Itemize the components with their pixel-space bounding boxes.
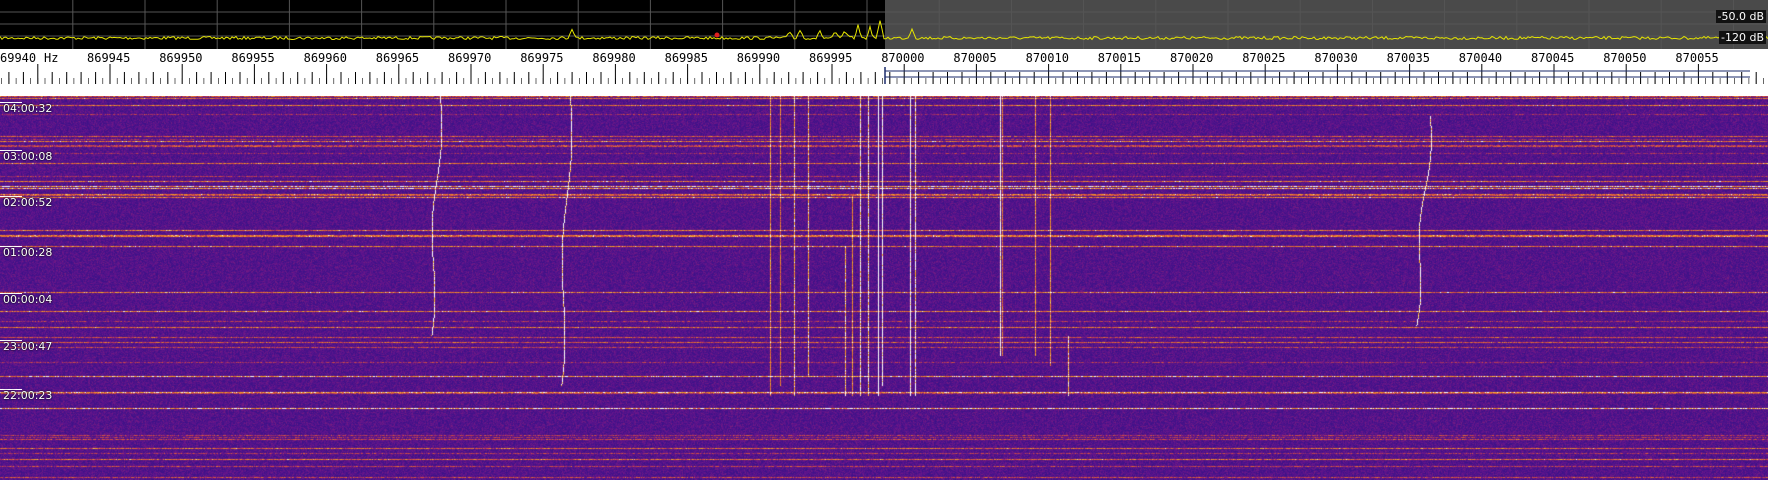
spectrum-trace bbox=[0, 20, 1768, 41]
spectrum-plot bbox=[0, 0, 1768, 49]
time-label: 23:00:47 bbox=[3, 340, 53, 353]
time-label: 01:00:28 bbox=[3, 246, 53, 259]
waterfall-display[interactable]: 04:00:32 03:00:08 02:00:52 01:00:28 00:00:04… bbox=[0, 96, 1768, 480]
ref-level-label[interactable]: -50.0 dB bbox=[1715, 10, 1766, 23]
spectrum-display[interactable]: -50.0 dB -120 dB bbox=[0, 0, 1768, 49]
time-label: 03:00:08 bbox=[3, 150, 53, 163]
time-label: 04:00:32 bbox=[3, 102, 53, 115]
time-label: 22:00:23 bbox=[3, 389, 53, 402]
frequency-scale[interactable]: 69940 Hz 869945 869950 869955 869960 869965 8… bbox=[0, 49, 1768, 96]
bottom-level-label[interactable]: -120 dB bbox=[1719, 31, 1766, 44]
waterfall-canvas bbox=[0, 96, 1768, 480]
scale-ticks bbox=[1, 64, 1764, 84]
spectrum-grid bbox=[0, 0, 1768, 49]
time-label: 02:00:52 bbox=[3, 196, 53, 209]
sdr-receiver-window: -50.0 dB -120 dB 69940 Hz 869945 869950 86… bbox=[0, 0, 1768, 480]
time-label: 00:00:04 bbox=[3, 293, 53, 306]
peak-marker bbox=[714, 32, 720, 38]
